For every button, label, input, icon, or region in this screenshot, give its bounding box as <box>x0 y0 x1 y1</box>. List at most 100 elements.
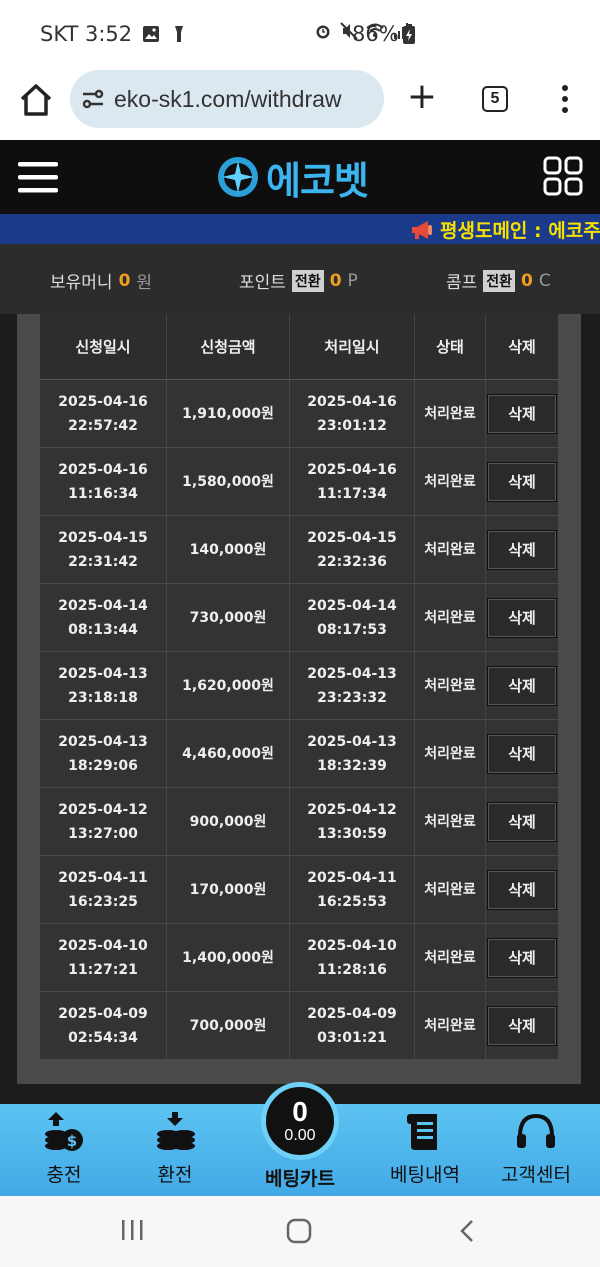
bet-cart-button[interactable]: 0 0.00 <box>261 1082 339 1160</box>
request-date: 2025-04-14 <box>58 597 148 614</box>
status-cell: 처리완료 <box>415 516 486 583</box>
delete-button[interactable]: 삭제 <box>487 597 557 638</box>
request-time: 22:31:42 <box>68 553 138 570</box>
request-amount: 700,000원 <box>167 992 290 1059</box>
process-datetime: 2025-04-15 22:32:36 <box>290 516 415 583</box>
table-row: 2025-04-13 18:29:06 4,460,000원 2025-04-1… <box>40 720 558 788</box>
request-amount: 1,580,000원 <box>167 448 290 515</box>
coin-deposit-icon: $ <box>45 1112 83 1151</box>
process-time: 11:28:16 <box>317 961 387 978</box>
request-date: 2025-04-13 <box>58 733 148 750</box>
more-menu-icon[interactable] <box>560 84 570 114</box>
request-time: 11:27:21 <box>68 961 138 978</box>
bet-cart-label[interactable]: 베팅카트 <box>250 1164 350 1191</box>
header-process-time: 처리일시 <box>290 314 415 379</box>
process-datetime: 2025-04-09 03:01:21 <box>290 992 415 1059</box>
delete-button[interactable]: 삭제 <box>487 937 557 978</box>
status-bar: SKT 3:52 86% <box>0 0 600 70</box>
status-cell: 처리완료 <box>415 856 486 923</box>
recent-apps-icon[interactable] <box>120 1218 144 1242</box>
request-amount: 170,000원 <box>167 856 290 923</box>
process-time: 08:17:53 <box>317 621 387 638</box>
site-logo[interactable]: 에코벳 <box>216 152 369 203</box>
process-time: 18:32:39 <box>317 757 387 774</box>
point-unit: P <box>347 270 358 291</box>
process-datetime: 2025-04-16 23:01:12 <box>290 380 415 447</box>
back-nav-icon[interactable] <box>458 1218 476 1244</box>
new-tab-button[interactable]: + <box>405 79 439 116</box>
delete-button[interactable]: 삭제 <box>487 393 557 434</box>
process-time: 22:32:36 <box>317 553 387 570</box>
request-amount: 1,620,000원 <box>167 652 290 719</box>
nav-support[interactable]: 고객센터 <box>486 1110 586 1194</box>
delete-button[interactable]: 삭제 <box>487 801 557 842</box>
status-text: 처리완료 <box>424 1017 476 1034</box>
url-text: eko-sk1.com/withdraw <box>114 85 342 112</box>
nav-exchange[interactable]: 환전 <box>125 1110 225 1194</box>
request-datetime: 2025-04-14 08:13:44 <box>40 584 167 651</box>
request-time: 16:23:25 <box>68 893 138 910</box>
nav-bet-history-label: 베팅내역 <box>390 1164 460 1186</box>
process-time: 13:30:59 <box>317 825 387 842</box>
header-request-time: 신청일시 <box>40 314 167 379</box>
delete-button[interactable]: 삭제 <box>487 461 557 502</box>
process-datetime: 2025-04-12 13:30:59 <box>290 788 415 855</box>
grid-menu-icon[interactable] <box>543 156 583 196</box>
delete-button[interactable]: 삭제 <box>487 1005 557 1046</box>
hamburger-menu-icon[interactable] <box>18 160 58 194</box>
status-text: 처리완료 <box>424 473 476 490</box>
headset-icon <box>517 1113 555 1148</box>
delete-button[interactable]: 삭제 <box>487 869 557 910</box>
request-amount: 1,400,000원 <box>167 924 290 991</box>
process-date: 2025-04-16 <box>307 461 397 478</box>
process-time: 03:01:21 <box>317 1029 387 1046</box>
site-header: 에코벳 <box>0 140 600 214</box>
request-date: 2025-04-16 <box>58 461 148 478</box>
status-cell: 처리완료 <box>415 720 486 787</box>
request-time: 22:57:42 <box>68 417 138 434</box>
delete-button[interactable]: 삭제 <box>487 733 557 774</box>
point-convert-button[interactable]: 전환 <box>291 269 324 292</box>
home-icon[interactable] <box>18 82 54 118</box>
request-date: 2025-04-16 <box>58 393 148 410</box>
process-date: 2025-04-15 <box>307 529 397 546</box>
table-row: 2025-04-14 08:13:44 730,000원 2025-04-14 … <box>40 584 558 652</box>
logo-emblem-icon <box>218 157 258 197</box>
amount-value: 1,910,000원 <box>182 405 274 422</box>
nav-charge[interactable]: $ 충전 <box>14 1110 114 1194</box>
request-amount: 4,460,000원 <box>167 720 290 787</box>
bet-cart-count: 0 <box>292 1096 308 1127</box>
table-row: 2025-04-10 11:27:21 1,400,000원 2025-04-1… <box>40 924 558 992</box>
process-time: 11:17:34 <box>317 485 387 502</box>
tab-switcher-button[interactable]: 5 <box>482 86 508 112</box>
request-datetime: 2025-04-12 13:27:00 <box>40 788 167 855</box>
request-time: 11:16:34 <box>68 485 138 502</box>
amount-value: 1,620,000원 <box>182 677 274 694</box>
site-settings-icon[interactable] <box>82 89 104 109</box>
status-cell: 처리완료 <box>415 584 486 651</box>
action-cell: 삭제 <box>486 448 558 515</box>
header-delete: 삭제 <box>508 338 536 356</box>
table-row: 2025-04-11 16:23:25 170,000원 2025-04-11 … <box>40 856 558 924</box>
home-nav-icon[interactable] <box>286 1218 312 1244</box>
request-time: 02:54:34 <box>68 1029 138 1046</box>
svg-text:$: $ <box>67 1132 77 1150</box>
delete-button[interactable]: 삭제 <box>487 665 557 706</box>
request-date: 2025-04-09 <box>58 1005 148 1022</box>
marquee-text: 평생도메인 : 에코주 <box>440 220 600 242</box>
delete-button[interactable]: 삭제 <box>487 529 557 570</box>
comp-convert-button[interactable]: 전환 <box>483 269 516 292</box>
comp-balance: 콤프 전환 0 C <box>446 268 551 293</box>
status-cell: 처리완료 <box>415 992 486 1059</box>
request-date: 2025-04-11 <box>58 869 148 886</box>
nav-bet-history[interactable]: 베팅내역 <box>375 1110 475 1194</box>
action-cell: 삭제 <box>486 380 558 447</box>
request-date: 2025-04-10 <box>58 937 148 954</box>
url-bar[interactable]: eko-sk1.com/withdraw <box>70 70 384 128</box>
request-datetime: 2025-04-15 22:31:42 <box>40 516 167 583</box>
process-date: 2025-04-13 <box>307 665 397 682</box>
request-datetime: 2025-04-16 11:16:34 <box>40 448 167 515</box>
amount-value: 1,580,000원 <box>182 473 274 490</box>
point-label: 포인트 <box>239 273 286 293</box>
request-time: 08:13:44 <box>68 621 138 638</box>
